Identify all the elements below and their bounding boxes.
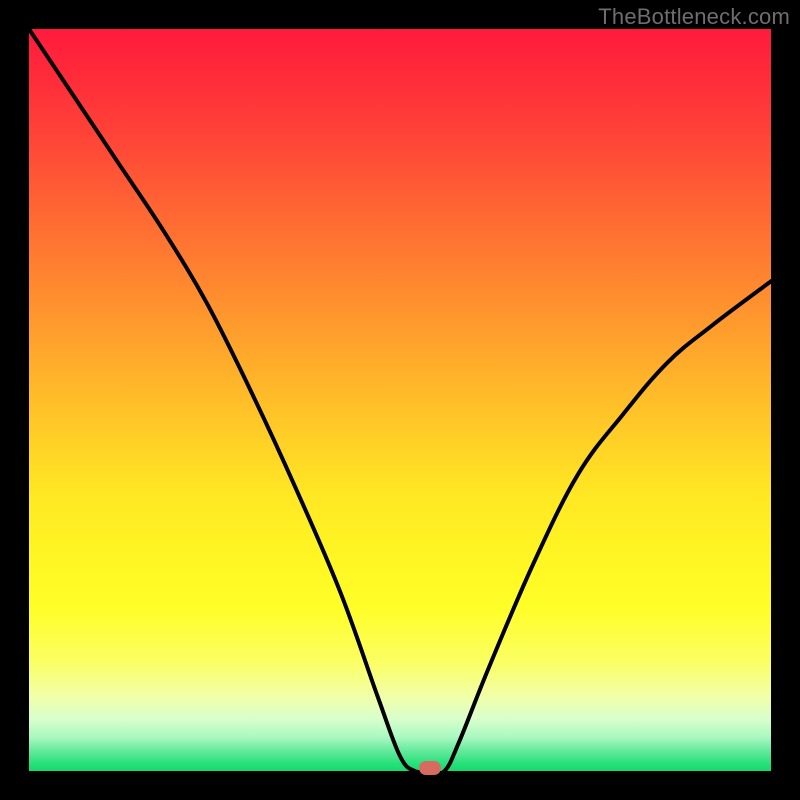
plot-area — [29, 29, 771, 771]
chart-frame: TheBottleneck.com — [0, 0, 800, 800]
optimum-marker — [419, 761, 441, 775]
bottleneck-curve — [29, 29, 771, 771]
watermark-text: TheBottleneck.com — [598, 4, 790, 30]
